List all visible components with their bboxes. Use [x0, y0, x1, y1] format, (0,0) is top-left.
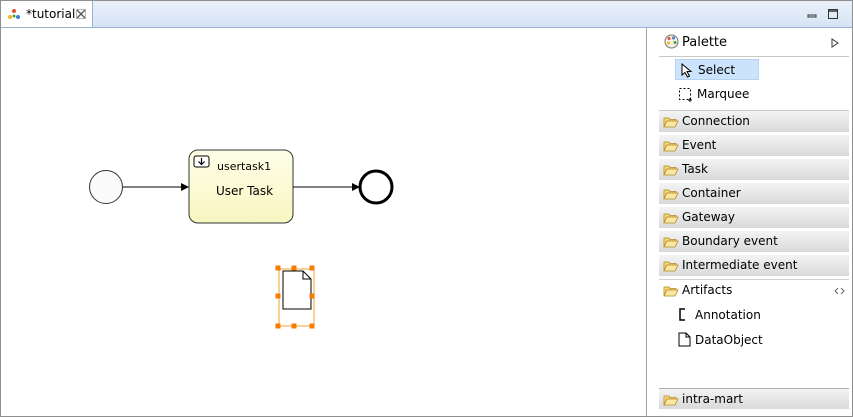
arrow-pointer-icon	[681, 63, 693, 78]
editor-tab-title: *tutorial	[26, 7, 76, 21]
palette-header[interactable]: Palette	[647, 28, 852, 56]
drawer-task-label: Task	[682, 162, 708, 176]
marquee-tool[interactable]: Marquee	[675, 84, 759, 105]
data-object[interactable]	[275, 265, 315, 329]
annotation-tool-label: Annotation	[695, 308, 761, 322]
folder-open-icon	[663, 237, 679, 248]
folder-open-icon	[663, 189, 679, 200]
data-object-tool-label: DataObject	[695, 333, 763, 347]
diagram-canvas[interactable]: usertask1 User Task	[1, 28, 646, 416]
task-type-label: User Task	[216, 184, 274, 198]
pin-drawer-icon[interactable]	[834, 287, 845, 295]
drawer-artifacts[interactable]: Artifacts	[659, 279, 849, 301]
drawer-boundary-event-label: Boundary event	[682, 234, 778, 248]
drawer-container-label: Container	[682, 186, 741, 200]
maximize-icon[interactable]	[827, 8, 839, 20]
select-tool-label: Select	[698, 63, 736, 77]
annotation-tool[interactable]: Annotation	[675, 305, 825, 325]
palette-title: Palette	[682, 35, 728, 50]
drawer-intra-mart[interactable]: intra-mart	[659, 388, 849, 410]
drawer-intermediate-event[interactable]: Intermediate event	[659, 255, 849, 277]
sequence-flow-1[interactable]	[123, 183, 189, 191]
drawer-event-label: Event	[682, 138, 717, 152]
start-event[interactable]	[89, 170, 123, 204]
end-event[interactable]	[358, 169, 394, 205]
drawer-container[interactable]: Container	[659, 183, 849, 205]
folder-open-icon	[663, 213, 679, 224]
task-id-label: usertask1	[217, 160, 272, 173]
editor-window: *tutorial usertask1 User Task Palette Se…	[0, 0, 853, 417]
drawer-boundary-event[interactable]: Boundary event	[659, 231, 849, 253]
drawer-gateway-label: Gateway	[682, 210, 736, 224]
drawer-task[interactable]: Task	[659, 159, 849, 181]
close-icon[interactable]	[76, 9, 86, 19]
drawer-intra-mart-label: intra-mart	[682, 392, 743, 406]
data-object-tool[interactable]: DataObject	[675, 330, 825, 350]
user-task-icon	[193, 155, 210, 168]
drawer-event[interactable]: Event	[659, 135, 849, 157]
bpmn-file-icon	[8, 9, 20, 19]
palette-icon	[664, 34, 679, 49]
drawer-artifacts-label: Artifacts	[682, 283, 733, 297]
minimize-icon[interactable]	[806, 8, 818, 20]
folder-open-icon	[663, 261, 679, 272]
drawer-gateway[interactable]: Gateway	[659, 207, 849, 229]
data-object-icon	[678, 332, 691, 347]
folder-open-icon	[663, 117, 679, 128]
marquee-tool-label: Marquee	[697, 87, 750, 101]
diagram-svg	[89, 149, 394, 329]
folder-open-icon	[663, 141, 679, 152]
drawer-intermediate-event-label: Intermediate event	[682, 258, 798, 272]
palette-panel: Palette Select Marquee Connection Event …	[646, 28, 852, 416]
collapse-palette-icon[interactable]	[831, 38, 839, 48]
folder-open-icon	[663, 165, 679, 176]
drawer-connection[interactable]: Connection	[659, 111, 849, 133]
marquee-icon	[679, 88, 692, 102]
select-tool[interactable]: Select	[675, 59, 759, 80]
divider	[659, 56, 849, 57]
editor-tab-bar: *tutorial	[1, 1, 852, 28]
folder-open-icon	[663, 286, 679, 297]
editor-tab-tutorial[interactable]: *tutorial	[1, 1, 93, 27]
sequence-flow-2[interactable]	[293, 183, 360, 191]
drawer-connection-label: Connection	[682, 114, 750, 128]
folder-open-icon	[663, 395, 679, 406]
annotation-icon	[679, 308, 685, 321]
